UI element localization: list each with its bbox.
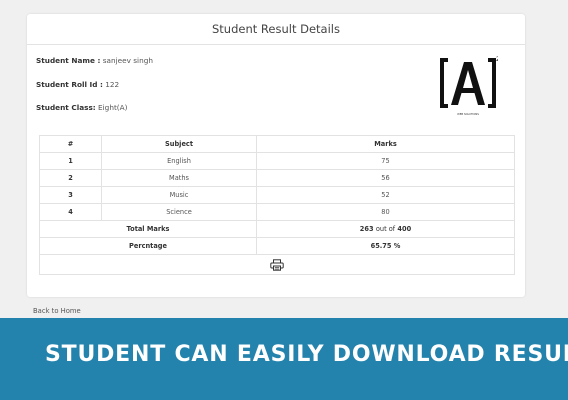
page-title: Student Result Details [27,14,525,45]
row-marks: 80 [256,203,515,221]
row-number: 2 [39,169,102,187]
result-table: # Subject Marks 1 English 75 2 Maths 56 … [39,135,515,275]
student-name-value: sanjeev singh [102,56,153,65]
row-subject: Music [101,186,257,204]
row-subject: Science [101,203,257,221]
table-row: 1 English 75 [39,152,515,170]
student-name-label: Student Name : [36,56,101,65]
percentage-row: Percntage 65.75 % [39,237,515,255]
table-header-row: # Subject Marks [39,135,515,153]
student-class-label: Student Class: [36,103,96,112]
printer-icon [270,258,284,271]
total-separator: out of [375,225,396,233]
student-class-row: Student Class: Eight(A) [36,103,128,112]
table-row: 4 Science 80 [39,203,515,221]
back-to-home-link[interactable]: Back to Home [33,307,81,315]
student-roll-label: Student Roll Id : [36,80,103,89]
logo-superscript: 2 [496,56,498,63]
company-logo: 2 WEB SOLUTIONS [440,56,498,116]
promo-banner: STUDENT CAN EASILY DOWNLOAD RESULT [0,318,568,400]
student-name-row: Student Name : sanjeev singh [36,56,153,65]
column-header-number: # [39,135,102,153]
student-roll-value: 122 [105,80,120,89]
logo-tagline: WEB SOLUTIONS [457,112,479,116]
row-marks: 52 [256,186,515,204]
print-row [39,254,515,275]
percentage-label: Percntage [39,237,257,255]
print-button[interactable] [270,258,284,271]
table-row: 2 Maths 56 [39,169,515,187]
row-marks: 56 [256,169,515,187]
row-subject: Maths [101,169,257,187]
total-marks-label: Total Marks [39,220,257,238]
row-number: 4 [39,203,102,221]
row-marks: 75 [256,152,515,170]
table-row: 3 Music 52 [39,186,515,204]
banner-text: STUDENT CAN EASILY DOWNLOAD RESULT [45,342,568,367]
total-score: 263 [359,225,374,233]
column-header-marks: Marks [256,135,515,153]
column-header-subject: Subject [101,135,257,153]
student-roll-row: Student Roll Id : 122 [36,80,119,89]
student-class-value: Eight(A) [98,103,128,112]
row-number: 3 [39,186,102,204]
result-card: Student Result Details Student Name : sa… [27,14,525,297]
total-marks-value: 263 out of 400 [256,220,515,238]
total-max: 400 [397,225,412,233]
row-subject: English [101,152,257,170]
total-marks-row: Total Marks 263 out of 400 [39,220,515,238]
percentage-value: 65.75 % [256,237,515,255]
print-cell [39,254,515,275]
row-number: 1 [39,152,102,170]
